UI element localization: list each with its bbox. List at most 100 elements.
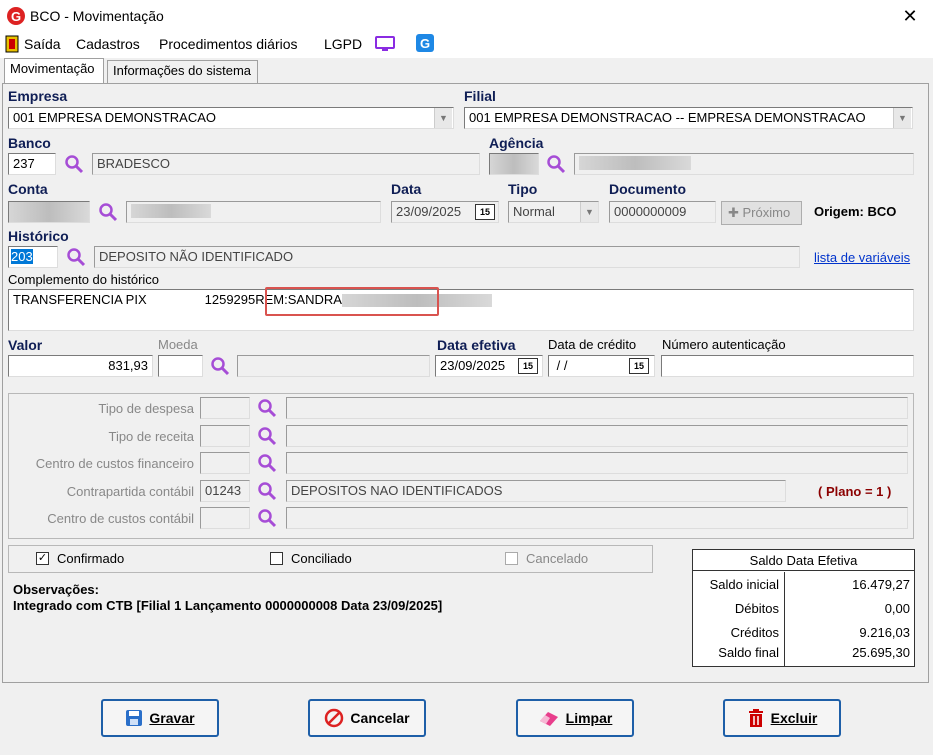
search-icon[interactable] [210,356,230,376]
agencia-name-field [574,153,914,175]
saldo-row-label: Saldo inicial [709,577,779,592]
conta-code-input[interactable] [8,201,90,223]
lista-variaveis-link[interactable]: lista de variáveis [814,250,910,265]
menu-procedimentos[interactable]: Procedimentos diários [159,36,298,52]
cc-financeiro-label: Centro de custos financeiro [35,456,194,471]
saldo-row-value: 0,00 [884,601,910,616]
tipo-receita-desc [286,425,908,447]
observacoes-title: Observações: [13,582,99,597]
confirmado-checkbox[interactable]: ✓ [36,552,49,565]
search-icon[interactable] [257,481,277,501]
conta-name-field [126,201,381,223]
filial-value: 001 EMPRESA DEMONSTRACAO -- EMPRESA DEMO… [469,110,866,125]
plano-label: ( Plano = 1 ) [818,484,892,499]
menu-lgpd[interactable]: LGPD [324,36,362,52]
agencia-code-input[interactable] [489,153,539,175]
historico-code-input[interactable]: 203 [8,246,58,268]
menu-cadastros[interactable]: Cadastros [76,36,140,52]
highlight-box [265,287,439,316]
tipo-label: Tipo [508,181,538,197]
complemento-textarea[interactable]: TRANSFERENCIA PIX 1259295REM:SANDRA [8,289,914,331]
search-icon[interactable] [98,202,118,222]
complemento-text1: TRANSFERENCIA PIX [13,292,147,307]
cc-financeiro-code [200,452,250,474]
contrapartida-code: 01243 [200,480,250,502]
numero-autenticacao-input[interactable] [661,355,914,377]
cc-contabil-code [200,507,250,529]
search-icon[interactable] [257,426,277,446]
moeda-name-field [237,355,430,377]
valor-input[interactable]: 831,93 [8,355,153,377]
monitor-icon[interactable] [374,35,396,53]
excluir-button[interactable]: Excluir [723,699,841,737]
save-icon [126,710,143,726]
close-button[interactable]: ✕ [898,5,922,27]
cc-financeiro-desc [286,452,908,474]
documento-field: 0000000009 [609,201,716,223]
tipo-despesa-code [200,397,250,419]
contrapartida-desc: DEPOSITOS NAO IDENTIFICADOS [286,480,786,502]
eraser-icon [539,712,558,726]
documento-label: Documento [609,181,686,197]
tipo-receita-label: Tipo de receita [108,429,194,444]
cc-contabil-label: Centro de custos contábil [47,511,194,526]
saldo-row-label: Débitos [734,601,779,616]
trash-icon [748,709,763,727]
moeda-label: Moeda [158,337,198,352]
tipo-despesa-label: Tipo de despesa [98,401,194,416]
search-icon[interactable] [257,453,277,473]
numero-autenticacao-label: Número autenticação [662,337,786,352]
tipo-despesa-desc [286,397,908,419]
saldo-row-label: Créditos [730,625,779,640]
gravar-button[interactable]: Gravar [101,699,219,737]
limpar-button[interactable]: Limpar [516,699,634,737]
calendar-icon[interactable]: 15 [518,358,538,374]
cancelar-button[interactable]: Cancelar [308,699,426,737]
menu-bar [0,32,933,58]
empresa-value: 001 EMPRESA DEMONSTRACAO [13,110,216,125]
chevron-down-icon[interactable]: ▼ [434,108,452,128]
data-label: Data [391,181,422,197]
chevron-down-icon[interactable]: ▼ [893,108,911,128]
filial-select[interactable]: 001 EMPRESA DEMONSTRACAO -- EMPRESA DEMO… [464,107,913,129]
empresa-select[interactable]: 001 EMPRESA DEMONSTRACAO [8,107,454,129]
origem-label: Origem: BCO [814,204,897,219]
chevron-down-icon: ▼ [580,202,598,222]
empresa-label: Empresa [8,88,68,104]
search-icon[interactable] [546,154,566,174]
svg-text:G: G [420,36,430,51]
observacoes-text: Integrado com CTB [Filial 1 Lançamento 0… [13,598,443,613]
tab-informacoes[interactable]: Informações do sistema [107,60,258,84]
complemento-label: Complemento do histórico [8,272,160,287]
saldo-row-value: 16.479,27 [852,577,910,592]
confirmado-label: Confirmado [57,551,125,566]
banco-code-input[interactable]: 237 [8,153,56,175]
app-g-icon[interactable]: G [416,34,434,52]
cancelado-checkbox [505,552,518,565]
calendar-icon[interactable]: 15 [475,204,495,220]
cancelado-label: Cancelado [526,551,589,566]
conta-label: Conta [8,181,48,197]
menu-saida[interactable]: Saída [24,36,61,52]
filial-label: Filial [464,88,496,104]
search-icon[interactable] [257,508,277,528]
gravar-label: Gravar [149,710,195,726]
search-icon[interactable] [66,247,86,267]
tab-movimentacao[interactable]: Movimentação [4,58,104,83]
cancel-icon [325,708,344,728]
search-icon[interactable] [257,398,277,418]
conciliado-label: Conciliado [291,551,352,566]
banco-name-field: BRADESCO [92,153,480,175]
moeda-input[interactable] [158,355,203,377]
search-icon[interactable] [64,154,84,174]
window-title: BCO - Movimentação [30,8,164,24]
cc-contabil-desc [286,507,908,529]
historico-code-value: 203 [11,249,33,264]
svg-text:G: G [11,9,21,24]
calendar-icon[interactable]: 15 [629,358,649,374]
conciliado-checkbox[interactable] [270,552,283,565]
app-logo-icon: G [7,7,25,25]
saldo-row-value: 25.695,30 [852,645,910,660]
saldo-title: Saldo Data Efetiva [692,549,915,571]
historico-label: Histórico [8,228,69,244]
